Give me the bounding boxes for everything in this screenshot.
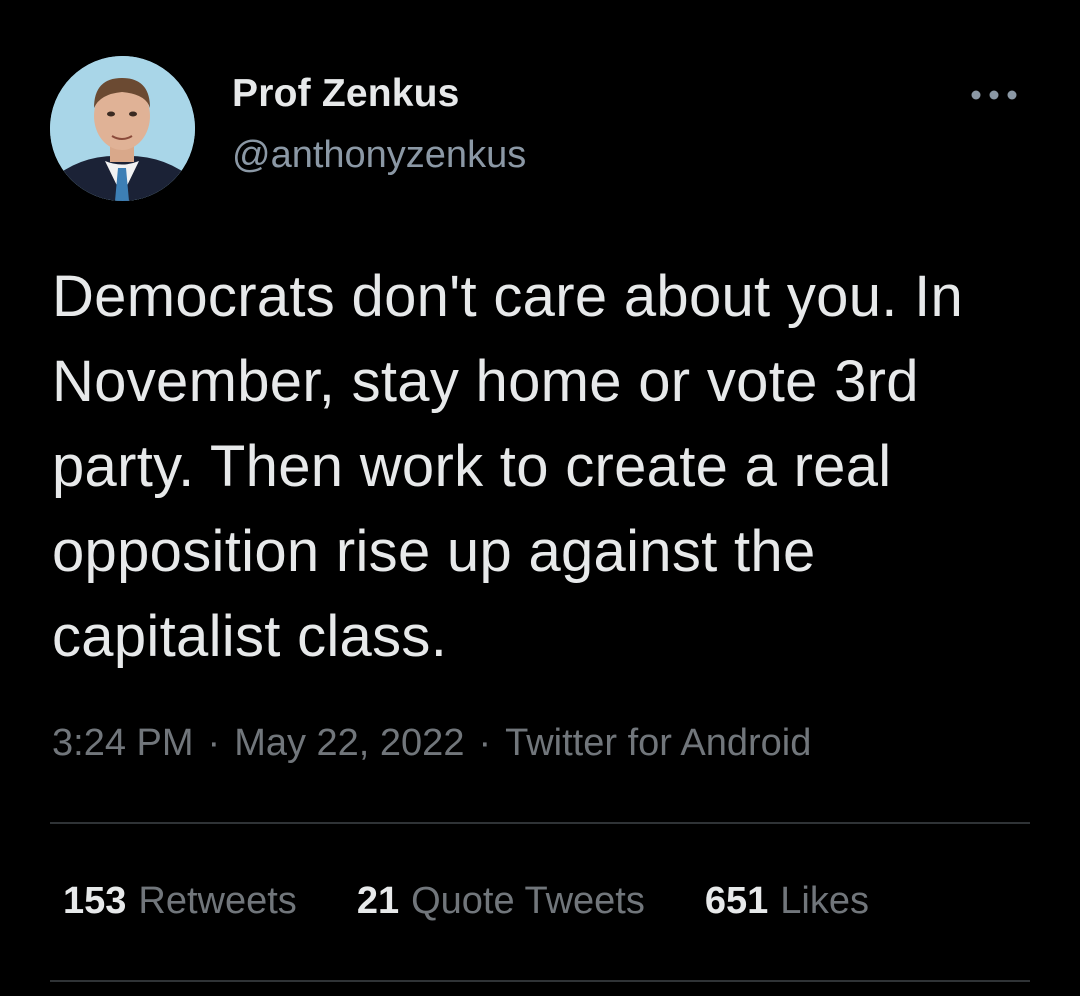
tweet-metadata: 3:24 PM · May 22, 2022 · Twitter for Android: [52, 722, 811, 765]
tweet-source[interactable]: Twitter for Android: [505, 722, 811, 764]
tweet-date[interactable]: May 22, 2022: [234, 722, 464, 764]
divider: [50, 980, 1030, 982]
tweet-text: Democrats don't care about you. In Novem…: [52, 264, 964, 669]
author-handle[interactable]: @anthonyzenkus: [232, 134, 526, 177]
meta-separator: ·: [478, 722, 492, 764]
likes-stat[interactable]: 651 Likes: [705, 880, 869, 923]
avatar-image: [50, 56, 195, 201]
tweet-card: Prof Zenkus @anthonyzenkus Democrats don…: [0, 0, 1080, 996]
tweet-stats: 153 Retweets 21 Quote Tweets 651 Likes: [63, 880, 929, 923]
meta-separator: ·: [207, 722, 221, 764]
tweet-time[interactable]: 3:24 PM: [52, 722, 194, 764]
quote-tweets-count: 21: [356, 880, 400, 922]
retweets-label: Retweets: [138, 880, 297, 922]
quote-tweets-stat[interactable]: 21 Quote Tweets: [357, 880, 645, 923]
likes-count: 651: [704, 880, 769, 922]
retweets-stat[interactable]: 153 Retweets: [63, 880, 297, 923]
divider: [50, 822, 1030, 824]
likes-label: Likes: [780, 880, 869, 922]
more-horizontal-icon[interactable]: [964, 80, 1024, 110]
author-avatar[interactable]: [50, 56, 195, 201]
author-display-name[interactable]: Prof Zenkus: [232, 72, 460, 116]
quote-tweets-label: Quote Tweets: [411, 880, 645, 922]
retweets-count: 153: [63, 880, 127, 922]
